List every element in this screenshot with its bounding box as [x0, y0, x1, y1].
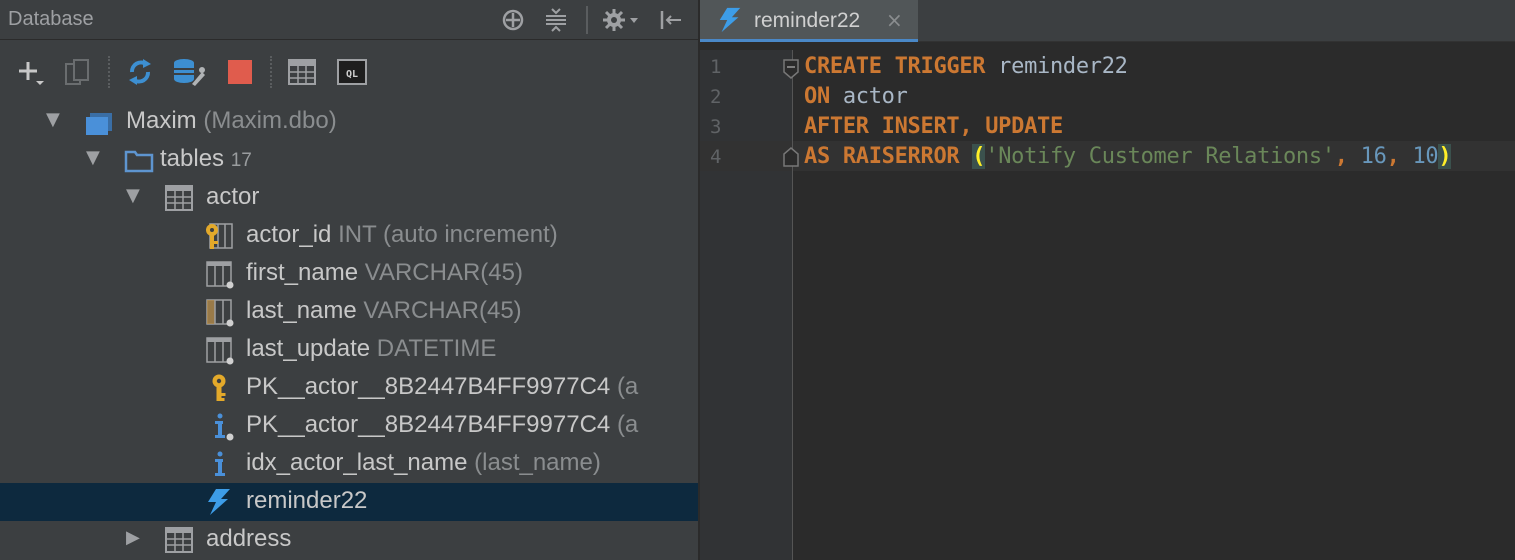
hide-panel-icon[interactable]	[658, 6, 684, 34]
tree-node-table-actor[interactable]: ▼ actor	[0, 179, 698, 217]
table-count: 17	[230, 150, 252, 171]
matched-paren-open: (	[972, 144, 986, 169]
line-number: 4	[710, 146, 722, 168]
sql-comma: ,	[1386, 144, 1413, 169]
code-line[interactable]: CREATE TRIGGER reminder22	[804, 54, 1128, 79]
database-toolbar: QL	[0, 42, 698, 102]
sql-number: 16	[1360, 144, 1387, 169]
gear-icon[interactable]	[600, 6, 644, 34]
toolbar-separator	[270, 56, 272, 88]
datasource-icon	[84, 107, 114, 137]
line-number: 2	[710, 86, 722, 108]
column-name: last_name	[246, 297, 357, 324]
table-icon	[164, 183, 194, 213]
editor-tab-bar: reminder22 ×	[700, 0, 1515, 42]
tree-node-table-address[interactable]: ▶ address	[0, 521, 698, 559]
folder-icon	[124, 145, 154, 175]
expand-arrow-icon[interactable]: ▼	[86, 147, 100, 168]
column-name: first_name	[246, 259, 359, 286]
crosshair-icon[interactable]	[500, 6, 526, 34]
expand-arrow-icon[interactable]: ▼	[46, 109, 60, 130]
close-icon[interactable]: ×	[886, 8, 903, 32]
copy-icon[interactable]	[62, 56, 94, 88]
column-icon	[204, 335, 234, 365]
fold-end-icon[interactable]	[782, 146, 800, 168]
tree-node-tables-folder[interactable]: ▼ tables 17	[0, 141, 698, 179]
tree-node-column[interactable]: first_name VARCHAR(45)	[0, 255, 698, 293]
tree-node-index[interactable]: idx_actor_last_name (last_name)	[0, 445, 698, 483]
sql-string: 'Notify Customer Relations'	[985, 144, 1335, 169]
sql-keyword: ON	[804, 84, 830, 109]
index-icon	[204, 449, 234, 479]
column-type: DATETIME	[376, 335, 497, 362]
editor-panel: reminder22 × 1 2 3 4 CREATE TRIGGER remi…	[700, 0, 1515, 560]
column-name: last_update	[246, 335, 371, 362]
sql-comma: ,	[1334, 144, 1361, 169]
sql-keyword: AS RAISERROR	[804, 144, 960, 169]
sql-number: 10	[1412, 144, 1439, 169]
column-type: VARCHAR(45)	[364, 259, 523, 286]
index-detail: (a	[616, 411, 639, 438]
sql-identifier: actor	[829, 84, 908, 109]
primary-key-column-icon	[204, 221, 234, 251]
column-type: INT (auto increment)	[338, 221, 558, 248]
table-name: actor	[206, 183, 260, 210]
gutter-divider	[792, 50, 793, 560]
line-number: 1	[710, 56, 722, 78]
database-panel: Database QL ▼ Maxim (Maxim.dbo) ▼ tables…	[0, 0, 698, 560]
trigger-icon	[204, 487, 234, 517]
panel-title: Database	[8, 8, 94, 30]
tree-node-trigger[interactable]: reminder22	[0, 483, 698, 521]
tree-node-key[interactable]: PK__actor__8B2447B4FF9977C4 (a	[0, 369, 698, 407]
header-separator	[586, 6, 588, 34]
trigger-name: reminder22	[246, 487, 368, 514]
indexed-column-icon	[204, 297, 234, 327]
matched-paren-close: )	[1438, 144, 1452, 169]
sql-keyword: CREATE TRIGGER	[804, 54, 986, 79]
index-name: PK__actor__8B2447B4FF9977C4	[246, 411, 611, 438]
column-type: VARCHAR(45)	[363, 297, 522, 324]
tab-label: reminder22	[754, 9, 861, 32]
fold-start-icon[interactable]	[782, 58, 800, 80]
column-icon	[204, 259, 234, 289]
toolbar-separator	[108, 56, 110, 88]
sql-keyword: AFTER INSERT, UPDATE	[804, 114, 1063, 139]
sql-identifier: reminder22	[985, 54, 1128, 79]
refresh-icon[interactable]	[124, 56, 156, 88]
table-editor-icon[interactable]	[286, 56, 318, 88]
code-line[interactable]: AS RAISERROR ('Notify Customer Relations…	[804, 144, 1452, 169]
tree-node-column[interactable]: last_name VARCHAR(45)	[0, 293, 698, 331]
schema-tools-icon[interactable]	[172, 56, 205, 88]
code-line[interactable]: AFTER INSERT, UPDATE	[804, 114, 1063, 139]
console-icon[interactable]: QL	[336, 56, 368, 88]
index-detail: (last_name)	[474, 449, 601, 476]
index-name: idx_actor_last_name	[246, 449, 468, 476]
stop-icon[interactable]	[224, 56, 256, 88]
tree-node-datasource[interactable]: ▼ Maxim (Maxim.dbo)	[0, 103, 698, 141]
tree-node-column[interactable]: last_update DATETIME	[0, 331, 698, 369]
key-detail: (a	[616, 373, 639, 400]
table-icon	[164, 525, 194, 555]
key-name: PK__actor__8B2447B4FF9977C4	[246, 373, 611, 400]
datasource-name: Maxim	[126, 107, 197, 134]
add-icon[interactable]	[14, 56, 46, 88]
code-line[interactable]: ON actor	[804, 84, 908, 109]
collapse-all-icon[interactable]	[543, 6, 569, 34]
key-icon	[204, 373, 234, 403]
table-name: address	[206, 525, 292, 552]
trigger-icon	[716, 6, 744, 34]
editor-tab[interactable]: reminder22 ×	[700, 0, 918, 42]
index-icon	[204, 411, 234, 441]
panel-header: Database	[0, 0, 698, 40]
folder-name: tables	[160, 145, 225, 172]
column-name: actor_id	[246, 221, 332, 248]
tree-node-column[interactable]: actor_id INT (auto increment)	[0, 217, 698, 255]
expand-arrow-icon[interactable]: ▼	[126, 185, 140, 206]
svg-text:QL: QL	[346, 69, 358, 80]
line-number: 3	[710, 116, 722, 138]
tree-node-index[interactable]: PK__actor__8B2447B4FF9977C4 (a	[0, 407, 698, 445]
datasource-detail: (Maxim.dbo)	[203, 107, 337, 134]
collapse-arrow-icon[interactable]: ▶	[126, 527, 140, 548]
